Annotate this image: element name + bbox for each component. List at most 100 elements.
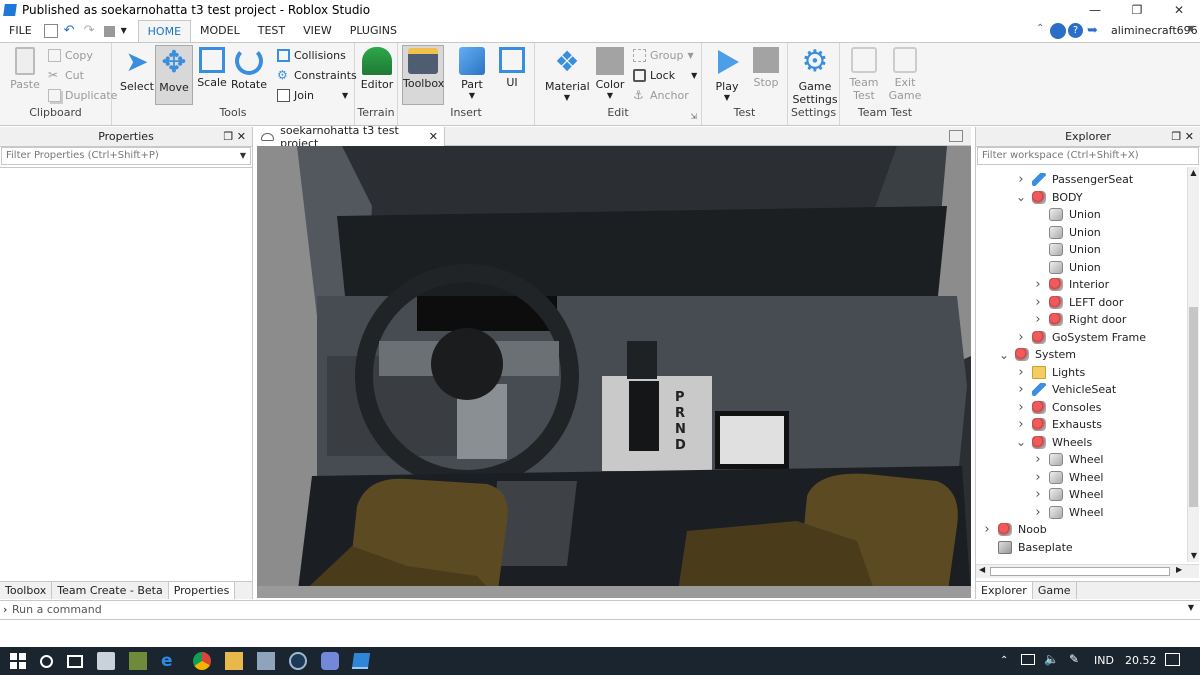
explorer-horizontal-scrollbar[interactable]: ◀ ▶ bbox=[976, 564, 1199, 578]
explorer-item[interactable]: › VehicleSeat bbox=[1016, 381, 1116, 398]
group-button[interactable]: Group ▼ bbox=[633, 46, 694, 64]
chevron-right-icon[interactable]: › bbox=[1033, 505, 1043, 520]
3d-viewport[interactable]: P R N D bbox=[257, 146, 971, 598]
chevron-right-icon[interactable]: › bbox=[1033, 487, 1043, 502]
explorer-scroll-thumb[interactable] bbox=[1189, 307, 1198, 507]
close-button[interactable]: ✕ bbox=[1158, 0, 1200, 20]
steam-icon[interactable] bbox=[289, 652, 307, 670]
chevron-right-icon[interactable]: › bbox=[1016, 417, 1026, 432]
explorer-item[interactable]: › LEFT door bbox=[1033, 294, 1123, 311]
exit-game-button[interactable]: Exit Game bbox=[888, 47, 922, 102]
windows-start-icon[interactable] bbox=[10, 653, 26, 669]
pen-icon[interactable]: ✎ bbox=[1069, 652, 1079, 666]
chevron-right-icon[interactable]: › bbox=[1033, 470, 1043, 485]
lock-dropdown-icon[interactable]: ▼ bbox=[691, 71, 697, 80]
tab-view[interactable]: VIEW bbox=[294, 20, 341, 42]
explorer-item[interactable]: Baseplate bbox=[982, 539, 1073, 556]
explorer-item[interactable]: › Wheel bbox=[1033, 504, 1103, 521]
quick-access-dropdown-icon[interactable]: ▼ bbox=[121, 24, 135, 38]
join-button[interactable]: Join ▼ bbox=[277, 86, 348, 104]
chevron-right-icon[interactable]: › bbox=[1016, 330, 1026, 345]
tab-plugins[interactable]: PLUGINS bbox=[341, 20, 406, 42]
lock-button[interactable]: Lock ▼ bbox=[633, 66, 697, 84]
edit-settings-icon[interactable]: ⇲ bbox=[690, 112, 697, 121]
chevron-down-icon[interactable]: ⌄ bbox=[999, 348, 1009, 362]
move-button[interactable]: ✥ Move bbox=[155, 45, 193, 105]
explorer-filter-input[interactable]: Filter workspace (Ctrl+Shift+X) bbox=[977, 147, 1199, 165]
discord-icon[interactable] bbox=[321, 652, 339, 670]
anchor-button[interactable]: ⚓ Anchor bbox=[633, 86, 689, 104]
terrain-editor-button[interactable]: Editor bbox=[358, 47, 396, 91]
color-button[interactable]: Color ▼ bbox=[593, 47, 627, 100]
chevron-right-icon[interactable]: › bbox=[1016, 365, 1026, 380]
part-button[interactable]: Part ▼ bbox=[456, 47, 488, 100]
explorer-item[interactable]: › Lights bbox=[1016, 364, 1085, 381]
explorer-item[interactable]: › Wheel bbox=[1033, 486, 1103, 503]
rotate-button[interactable]: Rotate bbox=[231, 47, 267, 91]
properties-filter-input[interactable]: Filter Properties (Ctrl+Shift+P) ▼ bbox=[1, 147, 251, 165]
chevron-right-icon[interactable]: › bbox=[1033, 312, 1043, 327]
chevron-right-icon[interactable]: › bbox=[1033, 452, 1043, 467]
explorer-item[interactable]: ⌄ Wheels bbox=[1016, 434, 1092, 451]
play-dropdown-icon[interactable]: ▼ bbox=[708, 93, 746, 102]
material-button[interactable]: ❖ Material ▼ bbox=[545, 47, 590, 103]
explorer-item[interactable]: ⌄ System bbox=[999, 346, 1076, 363]
tab-home[interactable]: HOME bbox=[137, 19, 192, 43]
explorer-item[interactable]: › Right door bbox=[1033, 311, 1126, 328]
explorer-vertical-scrollbar[interactable]: ▲ ▼ bbox=[1187, 167, 1199, 562]
maximize-button[interactable]: ❐ bbox=[1116, 0, 1158, 20]
tab-toolbox[interactable]: Toolbox bbox=[0, 582, 53, 599]
color-dropdown-icon[interactable]: ▼ bbox=[593, 91, 627, 100]
chrome-icon[interactable] bbox=[193, 652, 211, 670]
command-input[interactable]: Run a command bbox=[12, 603, 102, 616]
join-dropdown-icon[interactable]: ▼ bbox=[342, 91, 348, 100]
document-tab[interactable]: soekarnohatta t3 test project ✕ bbox=[255, 124, 445, 150]
edge-icon[interactable]: e bbox=[161, 652, 179, 670]
chevron-down-icon[interactable]: ⌄ bbox=[1016, 435, 1026, 449]
filter-dropdown-icon[interactable]: ▼ bbox=[240, 148, 246, 164]
explorer-item[interactable]: › PassengerSeat bbox=[1016, 171, 1133, 188]
explorer-item[interactable]: › GoSystem Frame bbox=[1016, 329, 1146, 346]
share-icon[interactable]: ➥ bbox=[1087, 23, 1098, 38]
explorer-item[interactable]: › Wheel bbox=[1033, 469, 1103, 486]
scroll-down-icon[interactable]: ▼ bbox=[1188, 550, 1200, 562]
chevron-right-icon[interactable]: › bbox=[1033, 277, 1043, 292]
group-dropdown-icon[interactable]: ▼ bbox=[688, 51, 694, 60]
chevron-right-icon[interactable]: › bbox=[1016, 172, 1026, 187]
command-dropdown-icon[interactable]: ▼ bbox=[1188, 603, 1194, 612]
minecraft-icon[interactable] bbox=[129, 652, 147, 670]
cut-button[interactable]: ✂ Cut bbox=[48, 66, 84, 84]
explorer-item[interactable]: › Interior bbox=[1033, 276, 1109, 293]
copy-button[interactable]: Copy bbox=[48, 46, 93, 64]
tab-explorer[interactable]: Explorer bbox=[976, 582, 1033, 599]
properties-panel-controls[interactable]: ❐ ✕ bbox=[223, 127, 246, 147]
new-file-icon[interactable] bbox=[43, 24, 58, 38]
chevron-right-icon[interactable]: › bbox=[1016, 400, 1026, 415]
tab-properties[interactable]: Properties bbox=[168, 582, 236, 599]
scroll-left-icon[interactable]: ◀ bbox=[979, 565, 985, 574]
notification-icon[interactable] bbox=[1165, 653, 1180, 666]
scroll-up-icon[interactable]: ▲ bbox=[1188, 167, 1199, 179]
clock-time[interactable]: 20.52 bbox=[1125, 654, 1157, 667]
store-icon[interactable] bbox=[97, 652, 115, 670]
tab-game[interactable]: Game bbox=[1033, 582, 1077, 599]
collapse-ribbon-icon[interactable]: ⌃ bbox=[1036, 23, 1044, 34]
play-button[interactable]: Play ▼ bbox=[708, 47, 746, 102]
scroll-right-icon[interactable]: ▶ bbox=[1176, 565, 1182, 574]
network-icon[interactable] bbox=[1021, 654, 1035, 665]
explorer-item[interactable]: › Noob bbox=[982, 521, 1046, 538]
material-dropdown-icon[interactable]: ▼ bbox=[545, 93, 589, 102]
tab-model[interactable]: MODEL bbox=[191, 20, 249, 42]
paste-button[interactable]: Paste bbox=[8, 47, 42, 91]
user-dropdown-icon[interactable]: ▼ bbox=[1188, 24, 1194, 33]
part-dropdown-icon[interactable]: ▼ bbox=[456, 91, 488, 100]
tray-up-arrow-icon[interactable]: ⌃ bbox=[1000, 655, 1008, 666]
undo-icon[interactable]: ↶ bbox=[64, 24, 78, 38]
stop-icon[interactable] bbox=[103, 25, 115, 37]
minimize-button[interactable]: — bbox=[1074, 0, 1116, 20]
redo-icon[interactable]: ↷ bbox=[84, 24, 98, 38]
explorer-item[interactable]: Union bbox=[1033, 206, 1101, 223]
explorer-item[interactable]: › Exhausts bbox=[1016, 416, 1102, 433]
team-test-button[interactable]: Team Test bbox=[846, 47, 882, 102]
stop-button[interactable]: Stop bbox=[750, 47, 782, 89]
